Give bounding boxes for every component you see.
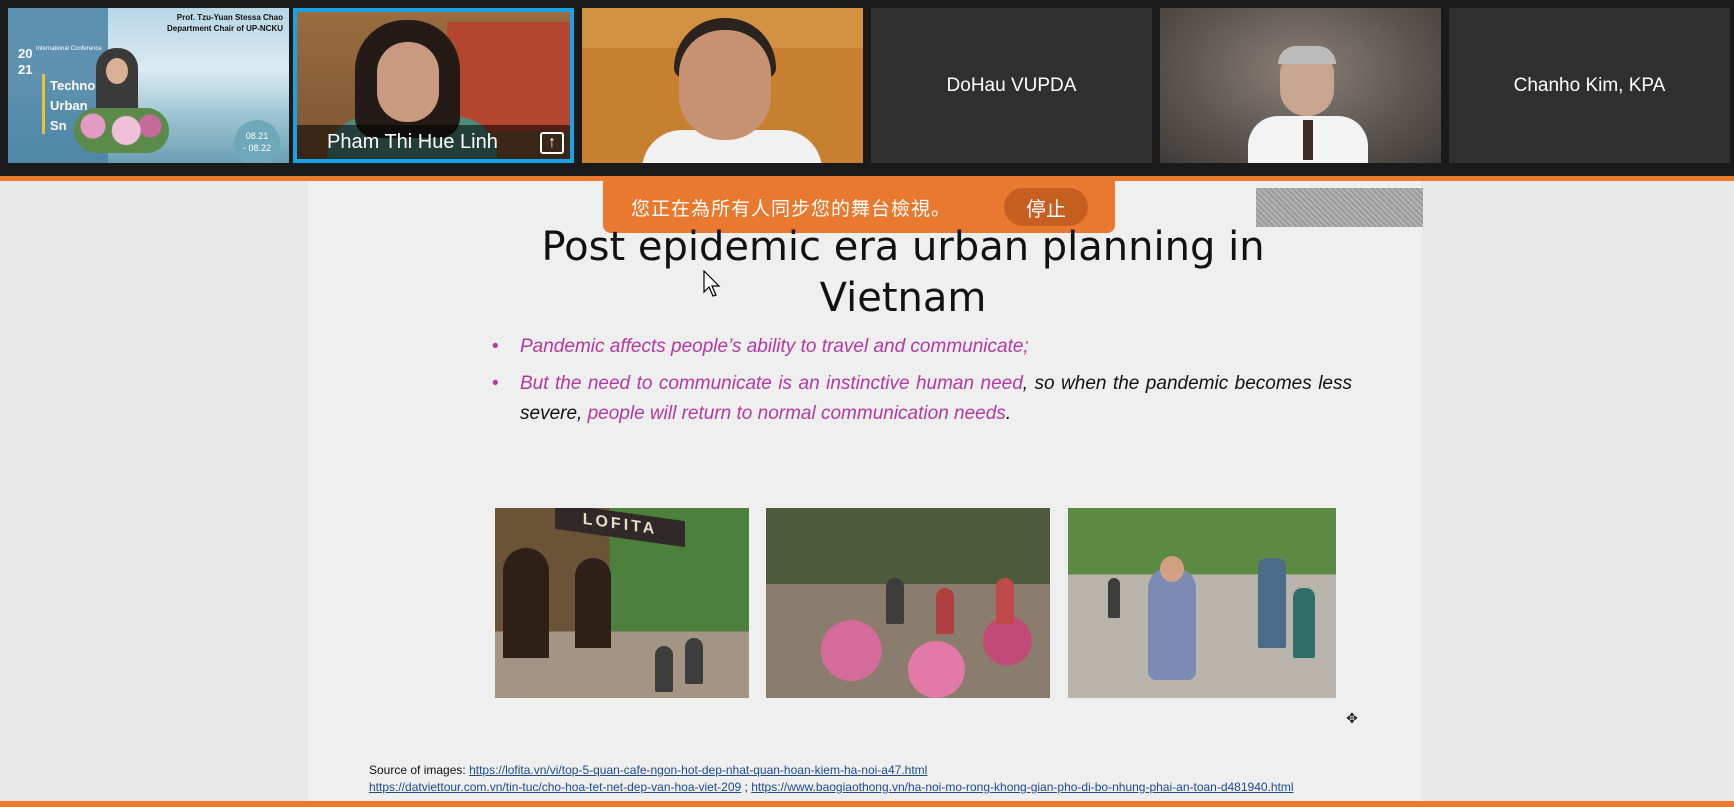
slide-word-2: Urban bbox=[50, 98, 88, 113]
source-link-3[interactable]: https://www.baogiaothong.vn/ha-noi-mo-ro… bbox=[751, 780, 1293, 794]
participant-tie bbox=[1303, 120, 1313, 160]
move-icon: ✥ bbox=[1346, 710, 1358, 726]
photo-cafe-street: LOFITA bbox=[495, 508, 749, 698]
slide-date: 08.21 - 08.22 bbox=[234, 120, 280, 163]
participant-name-caption: Pham Thi Hue Linh bbox=[297, 125, 570, 159]
participant-name: DoHau VUPDA bbox=[946, 74, 1077, 96]
child-figure bbox=[1148, 568, 1196, 680]
participant-face bbox=[679, 30, 771, 140]
pedestrian bbox=[936, 588, 954, 634]
slide-speaker: Prof. Tzu-Yuan Stessa Chao Department Ch… bbox=[167, 12, 283, 34]
slide-year: 20 21 bbox=[18, 46, 33, 77]
participant-name: Pham Thi Hue Linh bbox=[327, 130, 498, 153]
source-link-2[interactable]: https://datviettour.com.vn/tin-tuc/cho-h… bbox=[369, 780, 741, 794]
source-label: Source of images: bbox=[369, 763, 470, 777]
pedestrian bbox=[1108, 578, 1120, 618]
source-link-1[interactable]: https://lofita.vn/vi/top-5-quan-cafe-ngo… bbox=[469, 763, 927, 777]
share-screen-icon[interactable]: ↑ bbox=[540, 132, 564, 154]
bottom-accent-bar bbox=[0, 801, 1734, 807]
cafe-arch bbox=[575, 558, 611, 648]
slide-title: Post epidemic era urban planning in Viet… bbox=[500, 222, 1306, 324]
photo-flower-market bbox=[766, 508, 1050, 698]
pedestrian bbox=[655, 646, 673, 692]
slide-title-line-1: Post epidemic era urban planning in bbox=[541, 224, 1265, 270]
slide-speaker-dept: Department Chair of UP-NCKU bbox=[166, 24, 283, 33]
slide-conference: International Conference bbox=[36, 46, 102, 52]
adult-figure bbox=[1258, 558, 1286, 648]
participant-name: Chanho Kim, KPA bbox=[1513, 74, 1666, 96]
pedestrian bbox=[886, 578, 904, 624]
source-line-1: Source of images: https://lofita.vn/vi/t… bbox=[369, 762, 1409, 779]
bullet-2-text-a: But the need to communicate is an instin… bbox=[520, 373, 1023, 394]
sync-stage-message: 您正在為所有人同步您的舞台檢視。 bbox=[631, 197, 952, 220]
bullet-item: But the need to communicate is an instin… bbox=[492, 369, 1352, 429]
cafe-arch bbox=[503, 548, 549, 658]
slide-word-3: Sn bbox=[50, 118, 67, 133]
stop-sync-button[interactable]: 停止 bbox=[1004, 188, 1088, 226]
child-head bbox=[1160, 556, 1184, 582]
participant-tile-dohau[interactable]: DoHau VUPDA bbox=[871, 8, 1152, 163]
child-figure bbox=[1293, 588, 1315, 658]
participant-tile-5[interactable] bbox=[1160, 8, 1441, 163]
flower-bouquet bbox=[74, 108, 169, 153]
photo-walking-street bbox=[1068, 508, 1336, 698]
presenter-face bbox=[106, 58, 128, 84]
source-line-2: https://datviettour.com.vn/tin-tuc/cho-h… bbox=[369, 779, 1409, 796]
participant-tile-3[interactable] bbox=[582, 8, 863, 163]
participant-tile-active[interactable]: Pham Thi Hue Linh ↑ bbox=[293, 8, 574, 163]
slide-speaker-name: Prof. Tzu-Yuan Stessa Chao bbox=[176, 13, 283, 22]
image-sources: Source of images: https://lofita.vn/vi/t… bbox=[369, 762, 1409, 796]
participant-tile-slide[interactable]: 20 21 International Conference Techno Ur… bbox=[8, 8, 289, 163]
bullet-2-text-d: . bbox=[1005, 403, 1012, 424]
source-separator: ; bbox=[741, 780, 752, 794]
pedestrian bbox=[685, 638, 703, 684]
cafe-sign: LOFITA bbox=[555, 508, 685, 548]
participant-face bbox=[377, 42, 439, 122]
participant-strip: 20 21 International Conference Techno Ur… bbox=[0, 0, 1734, 176]
bullet-item: Pandemic affects people’s ability to tra… bbox=[492, 332, 1352, 362]
slide-bullets: Pandemic affects people’s ability to tra… bbox=[492, 332, 1352, 436]
slide-bar bbox=[42, 74, 45, 134]
slide-title-line-2: Vietnam bbox=[819, 275, 987, 321]
slide-word-1: Techno bbox=[50, 78, 96, 93]
participant-tile-chanho[interactable]: Chanho Kim, KPA bbox=[1449, 8, 1730, 163]
video-wall-sign bbox=[447, 22, 570, 132]
mouse-cursor-icon bbox=[703, 270, 721, 297]
pedestrian bbox=[996, 578, 1014, 624]
participant-hair bbox=[1278, 46, 1336, 64]
bullet-2-text-c: people will return to normal communicati… bbox=[587, 403, 1006, 424]
bullet-1-text: Pandemic affects people’s ability to tra… bbox=[520, 336, 1029, 357]
